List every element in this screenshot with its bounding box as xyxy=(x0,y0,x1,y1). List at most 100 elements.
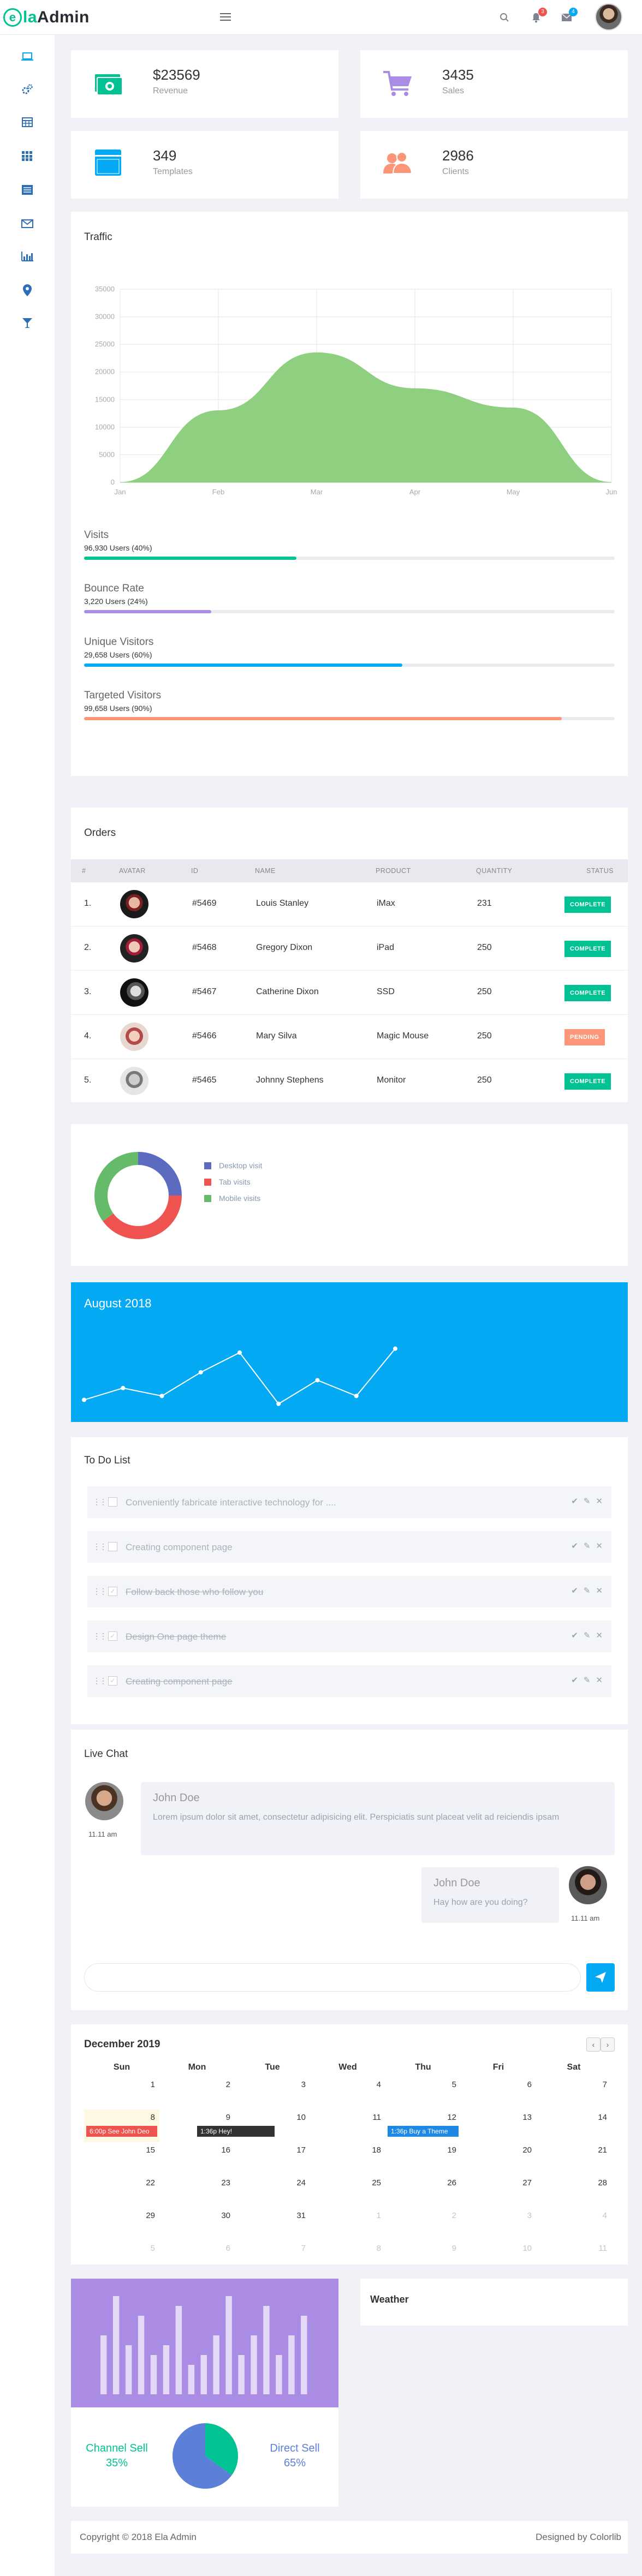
calendar-day-cell[interactable]: 5 xyxy=(84,2240,159,2273)
table-row[interactable]: 2. #5468 Gregory Dixon iPad 250 COMPLETE xyxy=(71,927,628,971)
calendar-day-cell[interactable]: 10 xyxy=(461,2240,536,2273)
table-row[interactable]: 3. #5467 Catherine Dixon SSD 250 COMPLET… xyxy=(71,971,628,1015)
calendar-day-cell[interactable]: 4 xyxy=(536,2208,611,2240)
send-button[interactable] xyxy=(586,1963,615,1992)
check-icon[interactable]: ✔ xyxy=(571,1497,578,1506)
sales-bar xyxy=(276,2355,282,2394)
calendar-event[interactable]: 1:36p Buy a Theme xyxy=(388,2126,459,2137)
prev-month-button[interactable]: ‹ xyxy=(586,2037,601,2052)
calendar-day-cell[interactable]: 21 xyxy=(536,2142,611,2175)
calendar-day-cell[interactable]: 26 xyxy=(385,2175,461,2208)
todo-item[interactable]: ⋮⋮ Creating component page ✔ ✎ ✕ xyxy=(87,1531,611,1563)
pencil-icon[interactable]: ✎ xyxy=(584,1541,591,1551)
trophy-icon[interactable] xyxy=(21,316,34,330)
calendar-day-cell[interactable]: 4 xyxy=(310,2077,385,2109)
calendar-day-cell[interactable]: 7 xyxy=(235,2240,310,2273)
calendar-day-cell[interactable]: 13 xyxy=(461,2109,536,2142)
stat-label: Clients xyxy=(442,167,469,176)
todo-item[interactable]: ⋮⋮ ✓ Creating component page ✔ ✎ ✕ xyxy=(87,1665,611,1697)
search-icon[interactable] xyxy=(498,11,511,24)
map-marker-icon[interactable] xyxy=(21,284,34,297)
close-icon[interactable]: ✕ xyxy=(596,1586,603,1595)
check-icon[interactable]: ✔ xyxy=(571,1541,578,1551)
calendar-day-cell[interactable]: 3 xyxy=(461,2208,536,2240)
calendar-day-cell[interactable]: 6 xyxy=(159,2240,235,2273)
todo-item[interactable]: ⋮⋮ Conveniently fabricate interactive te… xyxy=(87,1486,611,1518)
calendar-day-cell[interactable]: 7 xyxy=(536,2077,611,2109)
calendar-day-cell[interactable]: 25 xyxy=(310,2175,385,2208)
check-icon[interactable]: ✔ xyxy=(571,1586,578,1595)
drag-handle-icon[interactable]: ⋮⋮ xyxy=(93,1542,107,1551)
bell-icon[interactable]: 3 xyxy=(530,8,547,24)
todo-checkbox[interactable]: ✓ xyxy=(108,1676,117,1686)
table-icon[interactable] xyxy=(21,116,34,129)
todo-checkbox[interactable] xyxy=(108,1542,117,1551)
calendar-day-cell[interactable]: 9 xyxy=(385,2240,461,2273)
calendar-day-cell[interactable]: 2 xyxy=(385,2208,461,2240)
todo-checkbox[interactable]: ✓ xyxy=(108,1631,117,1641)
todo-item[interactable]: ⋮⋮ ✓ Design One page theme ✔ ✎ ✕ xyxy=(87,1621,611,1652)
close-icon[interactable]: ✕ xyxy=(596,1676,603,1685)
calendar-day-cell[interactable]: 28 xyxy=(536,2175,611,2208)
calendar-day-cell[interactable]: 5 xyxy=(385,2077,461,2109)
calendar-day-cell[interactable]: 29 xyxy=(84,2208,159,2240)
pencil-icon[interactable]: ✎ xyxy=(584,1631,591,1640)
user-avatar[interactable] xyxy=(595,3,622,31)
calendar-event[interactable]: 1:36p Hey! xyxy=(197,2126,275,2137)
calendar-day-cell[interactable]: 18 xyxy=(310,2142,385,2175)
calendar-day-cell[interactable]: 24 xyxy=(235,2175,310,2208)
calendar-day-cell[interactable]: 31 xyxy=(235,2208,310,2240)
calendar-day-cell[interactable]: 19 xyxy=(385,2142,461,2175)
pencil-icon[interactable]: ✎ xyxy=(584,1676,591,1685)
envelope-icon[interactable]: 4 xyxy=(560,8,578,24)
check-icon[interactable]: ✔ xyxy=(571,1631,578,1640)
menu-toggle-icon[interactable] xyxy=(220,13,231,22)
calendar-day-cell[interactable]: 15 xyxy=(84,2142,159,2175)
close-icon[interactable]: ✕ xyxy=(596,1631,603,1640)
grid-icon[interactable] xyxy=(21,150,34,163)
next-month-button[interactable]: › xyxy=(601,2037,615,2052)
calendar-day-cell[interactable]: 2 xyxy=(159,2077,235,2109)
progress-sub: 99,658 Users (90%) xyxy=(84,704,152,713)
table-row[interactable]: 1. #5469 Louis Stanley iMax 231 COMPLETE xyxy=(71,882,628,927)
pencil-icon[interactable]: ✎ xyxy=(584,1586,591,1595)
drag-handle-icon[interactable]: ⋮⋮ xyxy=(93,1676,107,1686)
calendar-day-cell[interactable]: 23 xyxy=(159,2175,235,2208)
table-row[interactable]: 4. #5466 Mary Silva Magic Mouse 250 PEND… xyxy=(71,1015,628,1059)
calendar-day-cell[interactable]: 3 xyxy=(235,2077,310,2109)
close-icon[interactable]: ✕ xyxy=(596,1497,603,1506)
chat-message-input[interactable] xyxy=(84,1963,581,1992)
calendar-day-cell[interactable]: 30 xyxy=(159,2208,235,2240)
calendar-day-cell[interactable]: 11 xyxy=(536,2240,611,2273)
cogs-icon[interactable] xyxy=(21,83,34,96)
calendar-day-cell[interactable]: 27 xyxy=(461,2175,536,2208)
calendar-day-cell[interactable]: 1 xyxy=(84,2077,159,2109)
credit-prefix: Designed by xyxy=(536,2532,590,2542)
calendar-day-cell[interactable]: 11 xyxy=(310,2109,385,2142)
close-icon[interactable]: ✕ xyxy=(596,1541,603,1551)
calendar-day-cell[interactable]: 20 xyxy=(461,2142,536,2175)
calendar-day-cell[interactable]: 17 xyxy=(235,2142,310,2175)
calendar-day-cell[interactable]: 16 xyxy=(159,2142,235,2175)
calendar-day-cell[interactable]: 1 xyxy=(310,2208,385,2240)
drag-handle-icon[interactable]: ⋮⋮ xyxy=(93,1587,107,1596)
calendar-day-cell[interactable]: 14 xyxy=(536,2109,611,2142)
calendar-day-cell[interactable]: 8 xyxy=(310,2240,385,2273)
laptop-icon[interactable] xyxy=(21,50,34,63)
credit-link[interactable]: Colorlib xyxy=(590,2532,621,2542)
todo-item[interactable]: ⋮⋮ ✓ Follow back those who follow you ✔ ✎… xyxy=(87,1576,611,1607)
drag-handle-icon[interactable]: ⋮⋮ xyxy=(93,1497,107,1507)
todo-checkbox[interactable] xyxy=(108,1497,117,1507)
table-row[interactable]: 5. #5465 Johnny Stephens Monitor 250 COM… xyxy=(71,1059,628,1103)
list-icon[interactable] xyxy=(21,183,34,196)
mail-icon[interactable] xyxy=(21,217,34,230)
calendar-day-cell[interactable]: 6 xyxy=(461,2077,536,2109)
brand-logo[interactable]: e laAdmin xyxy=(3,7,90,28)
drag-handle-icon[interactable]: ⋮⋮ xyxy=(93,1631,107,1641)
pencil-icon[interactable]: ✎ xyxy=(584,1497,591,1506)
check-icon[interactable]: ✔ xyxy=(571,1676,578,1685)
calendar-event[interactable]: 6:00p See John Deo xyxy=(86,2126,157,2137)
todo-checkbox[interactable]: ✓ xyxy=(108,1587,117,1596)
bar-chart-icon[interactable] xyxy=(21,250,34,263)
calendar-day-cell[interactable]: 22 xyxy=(84,2175,159,2208)
